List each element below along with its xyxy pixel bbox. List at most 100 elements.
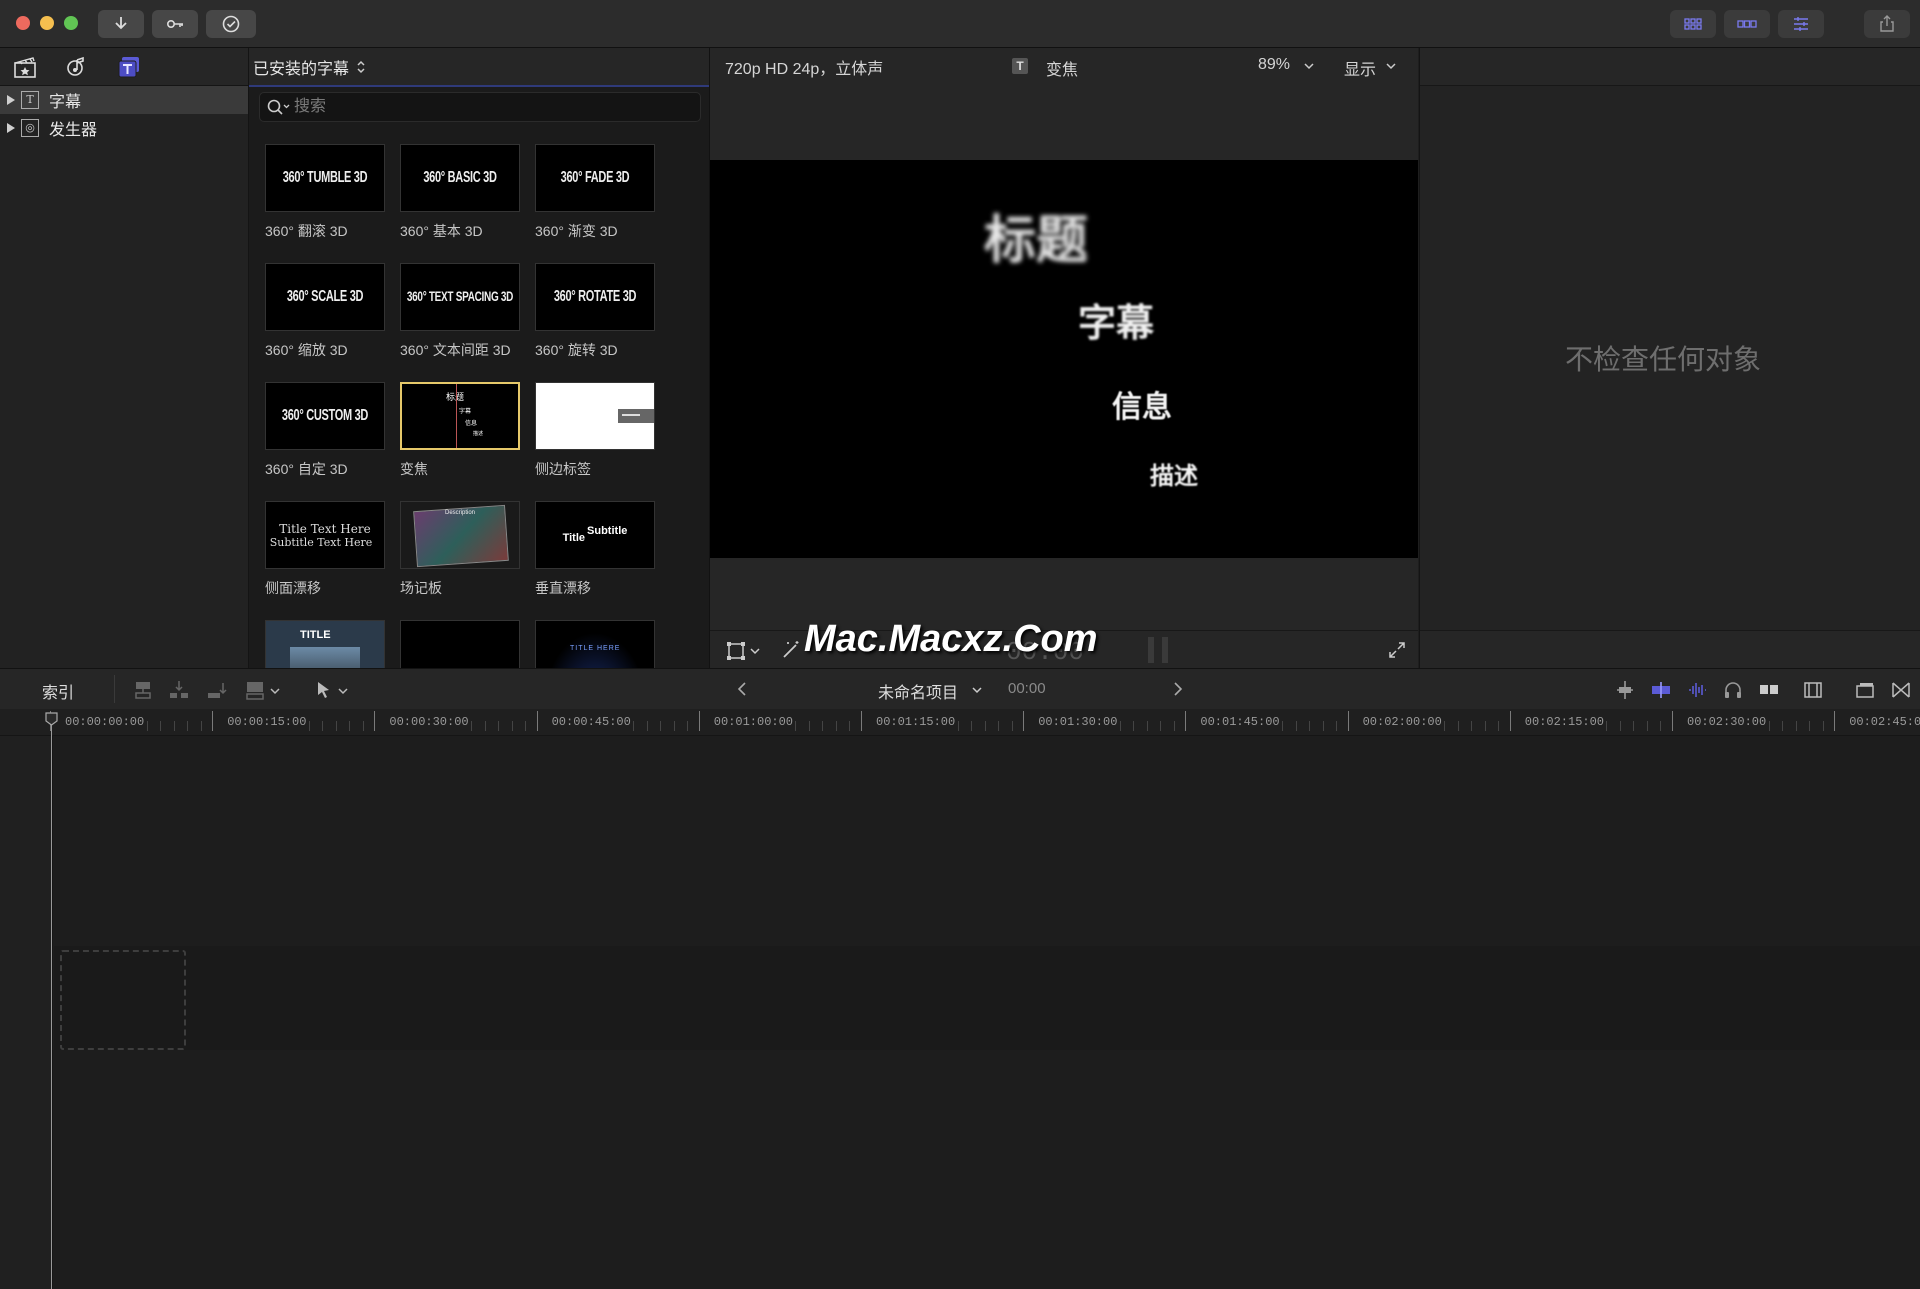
tile-thumbnail[interactable]: 360° FADE 3D (535, 144, 655, 212)
viewer-canvas[interactable]: 标题 字幕 信息 描述 (710, 160, 1418, 558)
tile-thumbnail[interactable]: Title Text Here Subtitle Text Here (265, 501, 385, 569)
transform-icon[interactable] (726, 641, 746, 661)
thumb-text: 360° ROTATE 3D (553, 288, 637, 306)
ruler-minor-tick (1782, 721, 1784, 731)
title-tile[interactable]: Title Text Here Subtitle Text Here 侧面漂移 (265, 501, 385, 598)
thumb-text: 信息 (464, 421, 477, 427)
title-tile-selected[interactable]: 标题 字幕 信息 描述 变焦 (400, 382, 520, 479)
fullscreen-icon[interactable] (1388, 641, 1406, 659)
title-tile[interactable]: 360° SCALE 3D 360° 缩放 3D (265, 263, 385, 360)
zoom-popup[interactable]: 89% (1258, 56, 1290, 74)
browser-title-popup[interactable]: 已安装的字幕 (253, 55, 349, 79)
title-tile[interactable]: 360° BASIC 3D 360° 基本 3D (400, 144, 520, 241)
sidebar-item-generators[interactable]: ◎ 发生器 (0, 114, 248, 142)
title-tile[interactable]: Title Subtitle 垂直漂移 (535, 501, 655, 598)
share-button[interactable] (1864, 10, 1910, 38)
inspector-layout-button[interactable] (1778, 10, 1824, 38)
tile-thumbnail[interactable]: TITLE HERE (535, 620, 655, 668)
ruler-label: 00:02:30:00 (1687, 715, 1767, 729)
tile-thumbnail[interactable] (400, 620, 520, 668)
solo-icon[interactable] (1758, 679, 1780, 701)
tile-thumbnail[interactable]: TITLE (265, 620, 385, 668)
sidebar-item-titles[interactable]: T 字幕 (0, 86, 248, 114)
title-tile[interactable]: 侧边标签 (535, 382, 655, 479)
tile-thumbnail[interactable]: 360° BASIC 3D (400, 144, 520, 212)
title-tile[interactable]: 360° TUMBLE 3D 360° 翻滚 3D (265, 144, 385, 241)
ruler-minor-tick (308, 721, 310, 731)
tile-thumbnail[interactable]: 360° SCALE 3D (265, 263, 385, 331)
project-name-popup[interactable]: 未命名项目 (878, 679, 958, 703)
tab-photos-audio[interactable] (64, 54, 90, 80)
skimming-icon[interactable] (1614, 679, 1636, 701)
tile-thumbnail[interactable]: 标题 字幕 信息 描述 (400, 382, 520, 450)
disclosure-triangle-icon[interactable] (7, 123, 15, 133)
ruler-minor-tick (984, 721, 986, 731)
chevron-down-icon[interactable] (338, 687, 348, 695)
browser-header: 已安装的字幕 (249, 48, 709, 87)
canvas-title-text: 标题 (984, 212, 1089, 270)
title-tile[interactable]: 360° TEXT SPACING 3D 360° 文本间距 3D (400, 263, 520, 360)
ruler-minor-tick (322, 721, 324, 731)
playhead[interactable] (51, 716, 52, 1289)
title-tile[interactable]: 360° FADE 3D 360° 渐变 3D (535, 144, 655, 241)
tile-thumbnail[interactable]: 360° CUSTOM 3D (265, 382, 385, 450)
chevron-updown-icon[interactable] (355, 59, 367, 75)
title-tile[interactable]: Description 场记板 (400, 501, 520, 598)
tab-libraries[interactable] (12, 54, 38, 80)
chevron-left-icon[interactable] (736, 681, 748, 697)
display-popup[interactable]: 显示 (1344, 56, 1376, 80)
tile-thumbnail[interactable]: Title Subtitle (535, 501, 655, 569)
title-tile[interactable]: TITLE (265, 620, 385, 668)
timeline-layout-button[interactable] (1724, 10, 1770, 38)
timeline-index-icon[interactable] (1854, 679, 1876, 701)
search-icon[interactable] (266, 98, 292, 116)
timeline-ruler[interactable]: 00:00:00:00 00:00:15:00 00:00:30:00 00:00:4… (0, 709, 1920, 736)
append-clip-icon[interactable] (206, 679, 228, 701)
browser-layout-icon (1684, 18, 1702, 30)
snapping-icon[interactable] (1650, 679, 1672, 701)
pause-bar (1148, 637, 1154, 663)
insert-clip-icon[interactable] (168, 679, 190, 701)
primary-storyline[interactable] (54, 946, 1920, 1050)
storyline-drop-zone[interactable] (60, 950, 186, 1050)
chevron-down-icon[interactable] (270, 687, 280, 695)
magic-wand-icon[interactable] (780, 639, 802, 661)
chevron-down-icon[interactable] (750, 647, 760, 655)
tile-thumbnail[interactable]: 360° ROTATE 3D (535, 263, 655, 331)
search-field[interactable] (259, 92, 701, 122)
title-tile[interactable]: TITLE HERE (535, 620, 655, 668)
browser-layout-button[interactable] (1670, 10, 1716, 38)
disclosure-triangle-icon[interactable] (7, 95, 15, 105)
tile-thumbnail[interactable]: 360° TEXT SPACING 3D (400, 263, 520, 331)
close-window-button[interactable] (16, 16, 30, 30)
keywords-button[interactable] (152, 10, 198, 38)
ruler-label: 00:00:30:00 (389, 715, 469, 729)
clip-appearance-icon[interactable] (1802, 679, 1824, 701)
chevron-right-icon[interactable] (1172, 681, 1184, 697)
effects-browser-icon[interactable] (1890, 679, 1912, 701)
ruler-minor-tick (1146, 721, 1148, 731)
playhead-handle-icon[interactable] (45, 712, 58, 726)
overwrite-clip-icon[interactable] (244, 679, 266, 701)
tile-thumbnail[interactable]: Description (400, 501, 520, 569)
pointer-tool-icon[interactable] (312, 679, 334, 701)
chevron-down-icon[interactable] (972, 686, 982, 694)
connect-clip-icon[interactable] (132, 679, 154, 701)
title-tile[interactable]: 360° ROTATE 3D 360° 旋转 3D (535, 263, 655, 360)
maximize-window-button[interactable] (64, 16, 78, 30)
search-input[interactable] (292, 97, 676, 117)
index-button[interactable]: 索引 (42, 679, 74, 703)
import-button[interactable] (98, 10, 144, 38)
tab-titles-generators[interactable] (116, 54, 142, 80)
title-tile[interactable]: 360° CUSTOM 3D 360° 自定 3D (265, 382, 385, 479)
title-tile[interactable] (400, 620, 520, 668)
ruler-minor-tick (1444, 721, 1446, 731)
headphones-icon[interactable] (1722, 679, 1744, 701)
tile-thumbnail[interactable] (535, 382, 655, 450)
tile-thumbnail[interactable]: 360° TUMBLE 3D (265, 144, 385, 212)
chevron-down-icon[interactable] (1386, 62, 1396, 70)
minimize-window-button[interactable] (40, 16, 54, 30)
audio-skimming-icon[interactable] (1686, 679, 1708, 701)
background-tasks-button[interactable] (206, 10, 256, 38)
chevron-down-icon[interactable] (1304, 62, 1314, 70)
